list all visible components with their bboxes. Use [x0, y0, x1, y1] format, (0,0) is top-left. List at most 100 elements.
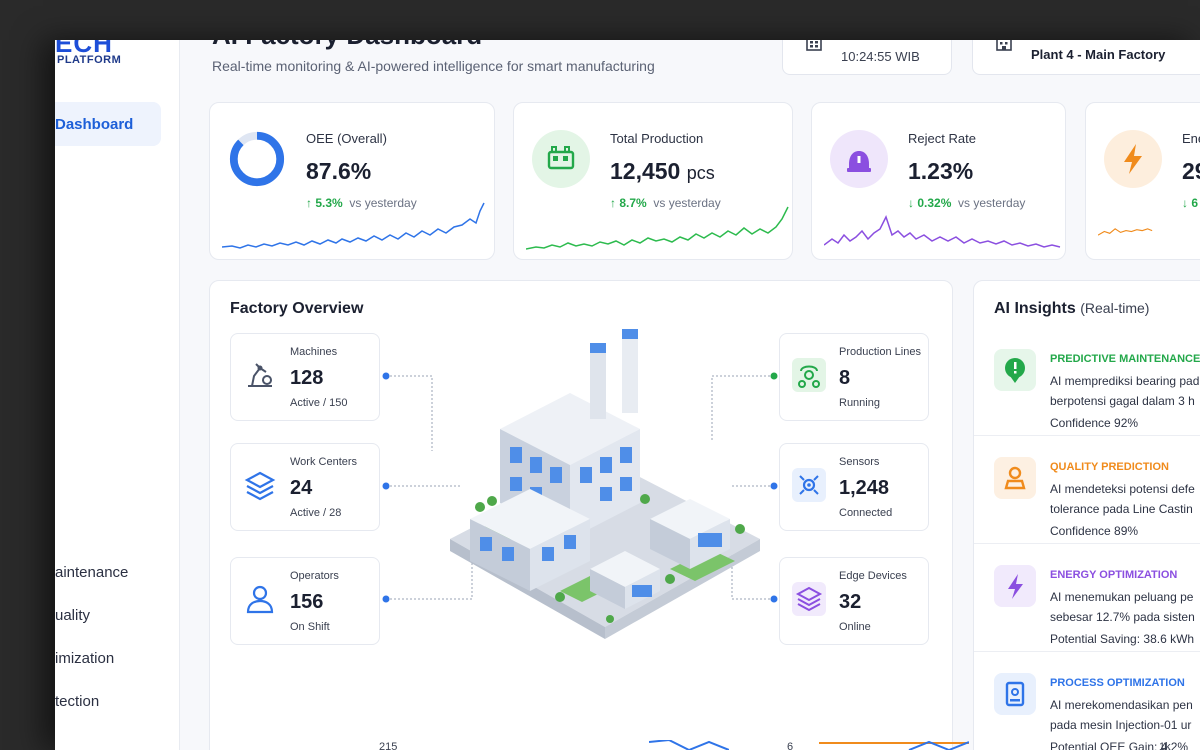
- kpi-card-oee[interactable]: OEE (Overall) 87.6% ↑ 5.3% vs yesterday: [209, 102, 495, 260]
- kpi-card-energy[interactable]: Ener 29 ↓ 6: [1085, 102, 1200, 260]
- insight-heading: QUALITY PREDICTION: [1050, 461, 1169, 473]
- alarm-bell-icon: [830, 130, 888, 188]
- insight-text: pada mesin Injection-01 ur: [1050, 718, 1192, 732]
- insight-heading: PROCESS OPTIMIZATION: [1050, 677, 1185, 689]
- metric-label: Operators: [290, 570, 339, 582]
- metric-label: Sensors: [839, 456, 880, 468]
- metric-sub: On Shift: [290, 621, 330, 633]
- oee-donut-icon: [229, 131, 285, 187]
- metric-operators[interactable]: Operators 156 On Shift: [230, 557, 380, 645]
- alert-pin-icon: [994, 349, 1036, 391]
- insight-saving: Potential Saving: 38.6 kWh: [1050, 632, 1195, 646]
- insight-text: AI mendeteksi potensi defe: [1050, 482, 1195, 496]
- metric-sub: Online: [839, 621, 871, 633]
- preview-line: [819, 740, 969, 750]
- insight-text: AI menemukan peluang pe: [1050, 590, 1194, 604]
- metric-value: 32: [839, 591, 862, 613]
- production-lines-icon: [792, 358, 826, 392]
- preview-line: [649, 740, 729, 750]
- metric-value: 1,248: [839, 477, 890, 499]
- metric-label: Edge Devices: [839, 570, 907, 582]
- page-title: AI Factory Dashboard: [212, 40, 482, 51]
- sidebar-item-maintenance[interactable]: aintenance: [55, 564, 128, 581]
- reject-sparkline: [824, 215, 1061, 248]
- energy-sparkline: [1098, 228, 1153, 236]
- metric-value: 8: [839, 367, 851, 389]
- ai-insights-panel: AI Insights (Real-time) PREDICTIVE MAINT…: [973, 280, 1200, 750]
- insight-energy-optimization[interactable]: ENERGY OPTIMIZATION AI menemukan peluang…: [974, 547, 1200, 652]
- metric-value: 24: [290, 477, 313, 499]
- brand-subtitle: PLATFORM: [57, 54, 122, 66]
- plant-name: Plant 4 - Main Factory: [1031, 47, 1166, 62]
- cube-stack-icon: [792, 582, 826, 616]
- metric-sub: Active / 150: [290, 397, 348, 409]
- kpi-label: Reject Rate: [908, 131, 976, 146]
- kpi-value: 1.23%: [908, 158, 974, 184]
- insight-heading: PREDICTIVE MAINTENANCE: [1050, 353, 1200, 365]
- metric-label: Machines: [290, 346, 338, 358]
- metric-sub: Connected: [839, 507, 893, 519]
- kpi-value: 12,450 pcs: [610, 158, 715, 184]
- insight-heading: ENERGY OPTIMIZATION: [1050, 569, 1178, 581]
- metric-production-lines[interactable]: Production Lines 8 Running: [779, 333, 929, 421]
- insight-text: berpotensi gagal dalam 3 h: [1050, 394, 1195, 408]
- metric-sub: Running: [839, 397, 880, 409]
- factory-overview-panel: Factory Overview Machines 128 Active / 1…: [209, 280, 953, 750]
- sidebar-item-optimization[interactable]: imization: [55, 650, 114, 667]
- page-subtitle: Real-time monitoring & AI-powered intell…: [212, 58, 655, 74]
- layers-icon: [244, 471, 276, 501]
- insight-process-optimization[interactable]: PROCESS OPTIMIZATION AI merekomendasikan…: [974, 655, 1200, 750]
- factory-illustration: [450, 329, 760, 639]
- production-sparkline: [526, 206, 789, 250]
- lightning-icon: [1104, 130, 1162, 188]
- clock-time: 10:24:55 WIB: [841, 49, 920, 64]
- insight-text: tolerance pada Line Castin: [1050, 502, 1193, 516]
- window-frame: ECH PLATFORM Dashboard aintenance uality…: [0, 0, 1200, 750]
- insight-confidence: Confidence 89%: [1050, 524, 1139, 538]
- robot-arm-icon: [248, 363, 272, 387]
- kpi-label: OEE (Overall): [306, 131, 387, 146]
- preview-value: 215: [379, 741, 398, 750]
- sidebar-item-quality[interactable]: uality: [55, 607, 90, 624]
- app-screen: ECH PLATFORM Dashboard aintenance uality…: [55, 40, 1200, 750]
- process-icon: [994, 673, 1036, 715]
- insight-text: sebesar 12.7% pada sisten: [1050, 610, 1195, 624]
- sidebar-item-detection[interactable]: tection: [55, 693, 99, 710]
- preview-value: 1k: [1159, 741, 1171, 750]
- metric-value: 128: [290, 367, 324, 389]
- kpi-value: 87.6%: [306, 158, 372, 184]
- next-row-preview: 215 6 1k: [209, 740, 1200, 750]
- insight-text: AI memprediksi bearing pad: [1050, 374, 1200, 388]
- factory-icon: [996, 40, 1012, 51]
- user-icon: [246, 585, 274, 614]
- metric-machines[interactable]: Machines 128 Active / 150: [230, 333, 380, 421]
- metric-sub: Active / 28: [290, 507, 342, 519]
- insight-confidence: Confidence 92%: [1050, 416, 1139, 430]
- section-title: Factory Overview: [230, 300, 364, 317]
- metric-sensors[interactable]: Sensors 1,248 Connected: [779, 443, 929, 531]
- preview-value: 6: [787, 741, 794, 750]
- metric-work-centers[interactable]: Work Centers 24 Active / 28: [230, 443, 380, 531]
- lightning-icon: [994, 565, 1036, 607]
- kpi-card-production[interactable]: Total Production 12,450 pcs ↑ 8.7% vs ye…: [513, 102, 793, 260]
- insight-text: AI merekomendasikan pen: [1050, 698, 1193, 712]
- metric-label: Work Centers: [290, 456, 358, 468]
- sensor-icon: [792, 468, 826, 502]
- metric-edge-devices[interactable]: Edge Devices 32 Online: [779, 557, 929, 645]
- section-title: AI Insights (Real-time): [994, 300, 1150, 317]
- kpi-label: Ener: [1182, 131, 1200, 146]
- insight-predictive-maintenance[interactable]: PREDICTIVE MAINTENANCE AI memprediksi be…: [974, 331, 1200, 436]
- kpi-value: 29: [1182, 158, 1200, 184]
- kpi-label: Total Production: [610, 131, 704, 146]
- production-icon: [532, 130, 590, 188]
- insight-quality-prediction[interactable]: QUALITY PREDICTION AI mendeteksi potensi…: [974, 439, 1200, 544]
- metric-value: 156: [290, 591, 324, 613]
- sidebar-item-dashboard[interactable]: Dashboard: [55, 102, 161, 146]
- plant-selector[interactable]: Plant 4 - Main Factory: [972, 40, 1200, 75]
- quality-person-icon: [994, 457, 1036, 499]
- sidebar: ECH PLATFORM Dashboard aintenance uality…: [55, 40, 180, 750]
- building-icon: [806, 40, 822, 51]
- metric-label: Production Lines: [839, 346, 921, 358]
- kpi-card-reject-rate[interactable]: Reject Rate 1.23% ↓ 0.32% vs yesterday: [811, 102, 1066, 260]
- oee-sparkline: [222, 202, 485, 249]
